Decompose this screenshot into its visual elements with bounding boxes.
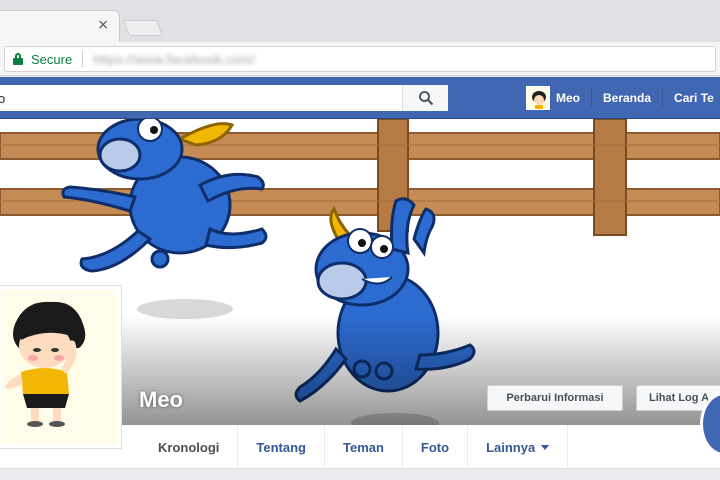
page-background-strip (0, 469, 720, 480)
search-input[interactable]: o (0, 91, 402, 106)
lock-icon (13, 53, 23, 65)
header-home-link[interactable]: Beranda (591, 88, 662, 108)
screenshot-frame: × Secure https://www.facebook.com/ o Meo… (0, 0, 720, 480)
address-bar[interactable]: Secure https://www.facebook.com/ (4, 46, 716, 72)
profile-picture[interactable] (0, 285, 122, 449)
new-tab-button[interactable] (123, 20, 163, 36)
header-nav: Meo Beranda Cari Te (520, 77, 720, 119)
tab-timeline[interactable]: Kronologi (140, 425, 239, 469)
url-text[interactable]: https://www.facebook.com/ (93, 52, 255, 67)
facebook-header: o Meo Beranda Cari Te (0, 77, 720, 119)
update-info-button[interactable]: Perbarui Informasi (487, 385, 623, 411)
tab-more[interactable]: Lainnya (468, 425, 569, 469)
header-profile-link[interactable]: Meo (556, 88, 591, 108)
omnibox-divider (82, 51, 84, 67)
tab-close-icon[interactable]: × (97, 17, 109, 33)
search-box[interactable]: o (0, 85, 448, 111)
tab-photos[interactable]: Foto (403, 425, 469, 469)
search-button[interactable] (402, 85, 448, 111)
caret-down-icon (541, 444, 550, 450)
tab-friends[interactable]: Teman (325, 425, 403, 469)
profile-tabs: Kronologi Tentang Teman Foto Lainnya (140, 425, 569, 469)
tab-more-label: Lainnya (486, 439, 536, 455)
browser-toolbar: Secure https://www.facebook.com/ (0, 42, 720, 76)
browser-tabstrip: × (0, 0, 720, 42)
profile-picture-image (1, 290, 117, 444)
search-icon (418, 91, 433, 106)
secure-label: Secure (31, 51, 73, 67)
profile-name[interactable]: Meo (139, 387, 183, 413)
header-avatar[interactable] (526, 86, 550, 110)
tab-about[interactable]: Tentang (238, 425, 325, 469)
browser-tab[interactable]: × (0, 10, 120, 42)
header-find-friends-link[interactable]: Cari Te (662, 88, 720, 108)
